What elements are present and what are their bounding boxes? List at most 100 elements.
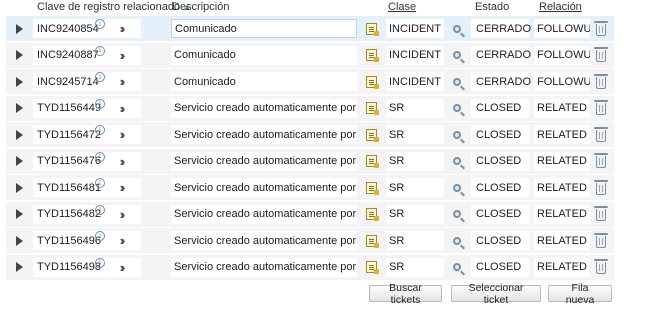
magnifier-icon[interactable]: [450, 149, 464, 174]
trash-can-icon[interactable]: [593, 228, 609, 253]
expand-row-icon[interactable]: [14, 255, 24, 280]
table-row[interactable]: TYD1156482 i ›› Servicio creado automaticam…: [6, 201, 614, 227]
relation-field[interactable]: RELATED: [534, 98, 590, 118]
magnifier-icon[interactable]: [450, 122, 464, 147]
magnifier-icon[interactable]: [450, 96, 464, 121]
double-chevron-right-icon[interactable]: ››: [114, 228, 128, 253]
expand-row-icon[interactable]: [14, 16, 24, 41]
description-field[interactable]: Comunicado: [171, 72, 357, 91]
magnifier-icon[interactable]: [450, 16, 464, 41]
status-field[interactable]: CLOSED: [471, 151, 529, 171]
expand-row-icon[interactable]: [14, 43, 24, 68]
header-description[interactable]: Descripción: [172, 1, 229, 13]
notepad-icon[interactable]: [363, 43, 379, 68]
notepad-icon[interactable]: [363, 69, 379, 94]
relation-field[interactable]: RELATED: [534, 231, 590, 250]
status-field[interactable]: CLOSED: [471, 257, 529, 277]
table-row[interactable]: INC9245714 i ›› Comunicado INCIDENT CERRADO FO…: [6, 69, 614, 94]
description-field[interactable]: Servicio creado automaticamente por inci…: [171, 151, 357, 171]
class-field[interactable]: SR: [386, 178, 444, 197]
magnifier-icon[interactable]: [450, 175, 464, 200]
notepad-icon[interactable]: [363, 202, 379, 227]
class-field[interactable]: INCIDENT: [386, 72, 444, 91]
relation-field[interactable]: FOLLOWUP: [534, 45, 590, 65]
trash-can-icon[interactable]: [593, 122, 609, 147]
table-row[interactable]: TYD1156498 i ›› Servicio creado automaticam…: [6, 254, 614, 280]
trash-can-icon[interactable]: [593, 175, 609, 200]
relation-field[interactable]: FOLLOWUP: [534, 72, 590, 91]
info-icon[interactable]: i: [95, 151, 105, 163]
trash-can-icon[interactable]: [593, 255, 609, 280]
trash-can-icon[interactable]: [593, 202, 609, 227]
trash-can-icon[interactable]: [593, 16, 609, 41]
trash-can-icon[interactable]: [593, 149, 609, 174]
description-field[interactable]: Comunicado: [171, 45, 357, 65]
table-row[interactable]: TYD1156472 i ›› Servicio creado automaticam…: [6, 122, 614, 147]
info-icon[interactable]: i: [95, 230, 105, 242]
table-row[interactable]: TYD1156496 i ›› Servicio creado automaticam…: [6, 228, 614, 253]
description-field[interactable]: Servicio creado automaticamente por inci…: [171, 125, 357, 144]
class-field[interactable]: INCIDENT: [386, 19, 444, 38]
header-status[interactable]: Estado: [475, 1, 509, 13]
class-field[interactable]: SR: [386, 204, 444, 224]
trash-can-icon[interactable]: [593, 96, 609, 121]
info-icon[interactable]: i: [95, 98, 105, 110]
notepad-icon[interactable]: [363, 149, 379, 174]
double-chevron-right-icon[interactable]: ››: [114, 69, 128, 94]
relation-field[interactable]: RELATED: [534, 204, 590, 224]
magnifier-icon[interactable]: [450, 202, 464, 227]
header-relation[interactable]: Relación: [539, 1, 582, 13]
double-chevron-right-icon[interactable]: ››: [114, 43, 128, 68]
notepad-icon[interactable]: [363, 16, 379, 41]
info-icon[interactable]: i: [95, 45, 105, 57]
select-ticket-button[interactable]: Seleccionar ticket: [451, 282, 541, 306]
magnifier-icon[interactable]: [450, 69, 464, 94]
class-field[interactable]: SR: [386, 151, 444, 171]
class-field[interactable]: SR: [386, 257, 444, 277]
status-field[interactable]: CLOSED: [471, 98, 529, 118]
trash-can-icon[interactable]: [593, 43, 609, 68]
expand-row-icon[interactable]: [14, 122, 24, 147]
status-field[interactable]: CLOSED: [471, 178, 529, 197]
magnifier-icon[interactable]: [450, 228, 464, 253]
double-chevron-right-icon[interactable]: ››: [114, 255, 128, 280]
description-field[interactable]: Comunicado: [171, 19, 357, 38]
info-icon[interactable]: i: [95, 257, 105, 269]
relation-field[interactable]: RELATED: [534, 125, 590, 144]
expand-row-icon[interactable]: [14, 69, 24, 94]
description-field[interactable]: Servicio creado automaticamente por inci…: [171, 231, 357, 250]
description-field[interactable]: Servicio creado automaticamente por inci…: [171, 178, 357, 197]
status-field[interactable]: CLOSED: [471, 231, 529, 250]
double-chevron-right-icon[interactable]: ››: [114, 202, 128, 227]
notepad-icon[interactable]: [363, 175, 379, 200]
expand-row-icon[interactable]: [14, 202, 24, 227]
double-chevron-right-icon[interactable]: ››: [114, 122, 128, 147]
notepad-icon[interactable]: [363, 122, 379, 147]
expand-row-icon[interactable]: [14, 228, 24, 253]
info-icon[interactable]: i: [95, 177, 105, 189]
info-icon[interactable]: i: [95, 71, 105, 83]
description-field[interactable]: Servicio creado automaticamente por inci…: [171, 98, 357, 118]
table-row[interactable]: TYD1156449 i ›› Servicio creado automaticam…: [6, 95, 614, 121]
relation-field[interactable]: RELATED: [534, 151, 590, 171]
info-icon[interactable]: i: [95, 18, 105, 30]
status-field[interactable]: CERRADO: [471, 19, 531, 38]
search-tickets-button[interactable]: Buscar tickets: [369, 282, 442, 306]
table-row[interactable]: TYD1156481 i ›› Servicio creado automaticam…: [6, 175, 614, 200]
status-field[interactable]: CLOSED: [471, 204, 529, 224]
expand-row-icon[interactable]: [14, 175, 24, 200]
status-field[interactable]: CLOSED: [471, 125, 529, 144]
table-row[interactable]: INC9240887 i ›› Comunicado INCIDENT CERRADO FO…: [6, 42, 614, 68]
info-icon[interactable]: i: [95, 124, 105, 136]
expand-row-icon[interactable]: [14, 96, 24, 121]
status-field[interactable]: CERRADO: [471, 45, 531, 65]
expand-row-icon[interactable]: [14, 149, 24, 174]
header-class[interactable]: Clase: [388, 1, 416, 13]
table-row[interactable]: TYD1156476 i ›› Servicio creado automaticam…: [6, 148, 614, 174]
relation-field[interactable]: RELATED: [534, 257, 590, 277]
notepad-icon[interactable]: [363, 228, 379, 253]
magnifier-icon[interactable]: [450, 43, 464, 68]
double-chevron-right-icon[interactable]: ››: [114, 175, 128, 200]
class-field[interactable]: SR: [386, 125, 444, 144]
status-field[interactable]: CERRADO: [471, 72, 531, 91]
